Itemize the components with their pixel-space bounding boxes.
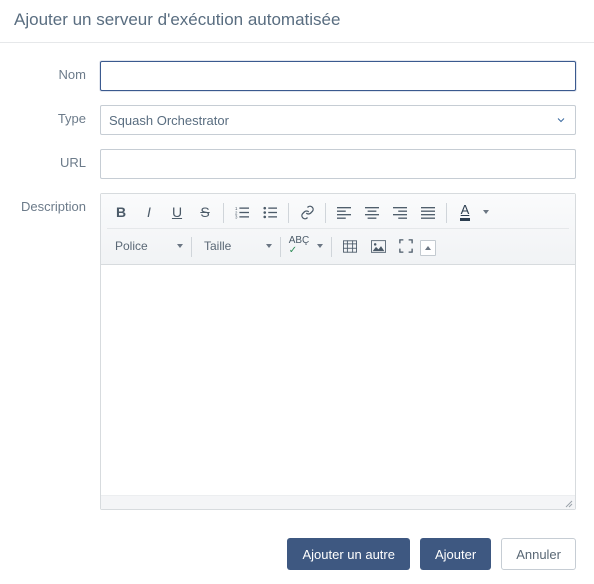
spellcheck-button[interactable]: ABÇ✓ [285, 234, 313, 258]
dialog-footer: Ajouter un autre Ajouter Annuler [0, 524, 594, 584]
rich-text-editor: B I U S 123 [100, 193, 576, 510]
cancel-button[interactable]: Annuler [501, 538, 576, 570]
rte-content-area[interactable] [101, 265, 575, 495]
italic-button[interactable]: I [135, 200, 163, 224]
type-select[interactable]: Squash Orchestrator [100, 105, 576, 135]
label-name: Nom [0, 61, 100, 82]
dropdown-icon [266, 244, 272, 248]
link-button[interactable] [293, 200, 321, 224]
align-center-button[interactable] [358, 200, 386, 224]
add-server-dialog: Ajouter un serveur d'exécution automatis… [0, 0, 594, 584]
row-type: Type Squash Orchestrator [0, 105, 576, 135]
align-right-button[interactable] [386, 200, 414, 224]
form-body: Nom Type Squash Orchestrator URL [0, 43, 594, 510]
unordered-list-button[interactable] [256, 200, 284, 224]
dropdown-icon [177, 244, 183, 248]
dialog-title: Ajouter un serveur d'exécution automatis… [0, 0, 594, 42]
font-select-label: Police [115, 239, 148, 253]
name-input[interactable] [100, 61, 576, 91]
chevron-down-icon [555, 114, 567, 126]
row-description: Description B I U S [0, 193, 576, 510]
image-button[interactable] [364, 234, 392, 258]
toolbar-collapse-button[interactable] [420, 240, 436, 256]
spellcheck-dropdown[interactable] [313, 234, 327, 258]
row-url: URL [0, 149, 576, 179]
ordered-list-button[interactable]: 123 [228, 200, 256, 224]
url-input[interactable] [100, 149, 576, 179]
size-select[interactable]: Taille [196, 234, 276, 258]
label-type: Type [0, 105, 100, 126]
rte-resize-bar[interactable] [101, 495, 575, 509]
fullscreen-button[interactable] [392, 234, 420, 258]
label-url: URL [0, 149, 100, 170]
row-name: Nom [0, 61, 576, 91]
add-button[interactable]: Ajouter [420, 538, 491, 570]
align-justify-button[interactable] [414, 200, 442, 224]
size-select-label: Taille [204, 239, 231, 253]
font-select[interactable]: Police [107, 234, 187, 258]
rte-toolbar: B I U S 123 [101, 194, 575, 265]
underline-button[interactable]: U [163, 200, 191, 224]
triangle-up-icon [425, 246, 431, 250]
text-color-dropdown[interactable] [479, 200, 493, 224]
text-color-button[interactable]: A [451, 200, 479, 224]
add-another-button[interactable]: Ajouter un autre [287, 538, 410, 570]
type-value: Squash Orchestrator [109, 113, 229, 128]
label-description: Description [0, 193, 100, 214]
align-left-button[interactable] [330, 200, 358, 224]
bold-button[interactable]: B [107, 200, 135, 224]
strike-button[interactable]: S [191, 200, 219, 224]
table-button[interactable] [336, 234, 364, 258]
svg-text:3: 3 [235, 214, 238, 218]
resize-grip-icon [563, 498, 573, 508]
